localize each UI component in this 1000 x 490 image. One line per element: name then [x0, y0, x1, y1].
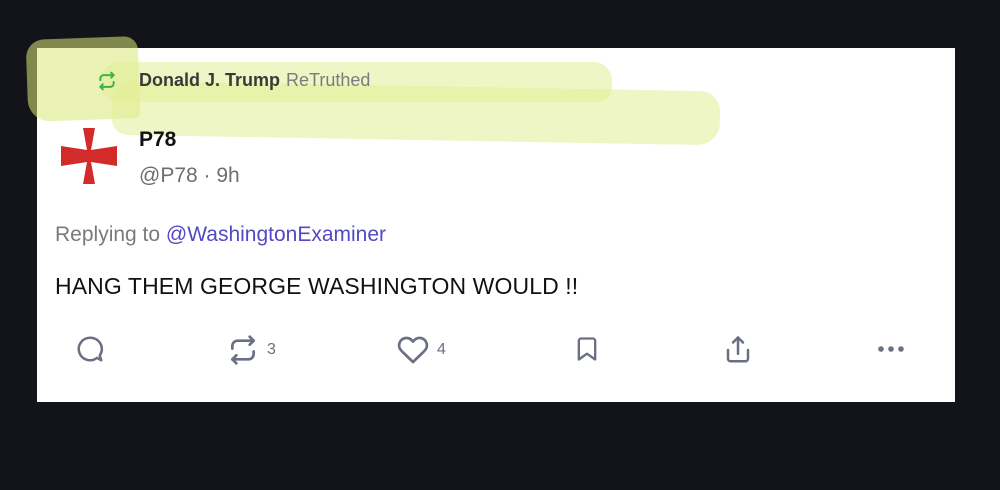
author-meta: @P78 · 9h	[139, 164, 240, 188]
reply-context: Replying to @WashingtonExaminer	[55, 223, 386, 247]
reply-handle-link[interactable]: @WashingtonExaminer	[166, 223, 386, 246]
reply-icon	[77, 336, 104, 362]
reply-prefix: Replying to	[55, 223, 161, 246]
heart-icon	[397, 336, 429, 364]
retruth-banner[interactable]: Donald J. Trump ReTruthed	[97, 70, 370, 91]
retruth-user-name[interactable]: Donald J. Trump	[139, 70, 280, 91]
retruth-icon	[231, 335, 255, 365]
bookmark-icon	[577, 337, 597, 361]
like-count: 4	[437, 341, 446, 358]
retruth-label: ReTruthed	[286, 70, 371, 90]
red-cross-icon	[61, 128, 117, 184]
post-card[interactable]: Donald J. Trump ReTruthed P78 @P78 · 9h …	[37, 48, 955, 402]
more-icon	[878, 346, 904, 352]
retruth-count: 3	[267, 341, 276, 358]
post-timestamp[interactable]: 9h	[216, 164, 239, 187]
post-text: HANG THEM GEORGE WASHINGTON WOULD !!	[55, 273, 579, 299]
share-button[interactable]	[723, 334, 753, 366]
more-options-button[interactable]	[875, 334, 907, 364]
like-button[interactable]: 4	[397, 334, 446, 366]
meta-separator: ·	[203, 164, 211, 187]
retruth-icon	[97, 71, 117, 91]
author-display-name[interactable]: P78	[139, 128, 176, 152]
share-icon	[726, 336, 750, 363]
retruth-button[interactable]: 3	[227, 334, 276, 366]
bookmark-button[interactable]	[573, 334, 601, 364]
reply-button[interactable]	[75, 334, 105, 364]
author-handle[interactable]: @P78	[139, 164, 198, 187]
avatar[interactable]	[59, 126, 119, 186]
